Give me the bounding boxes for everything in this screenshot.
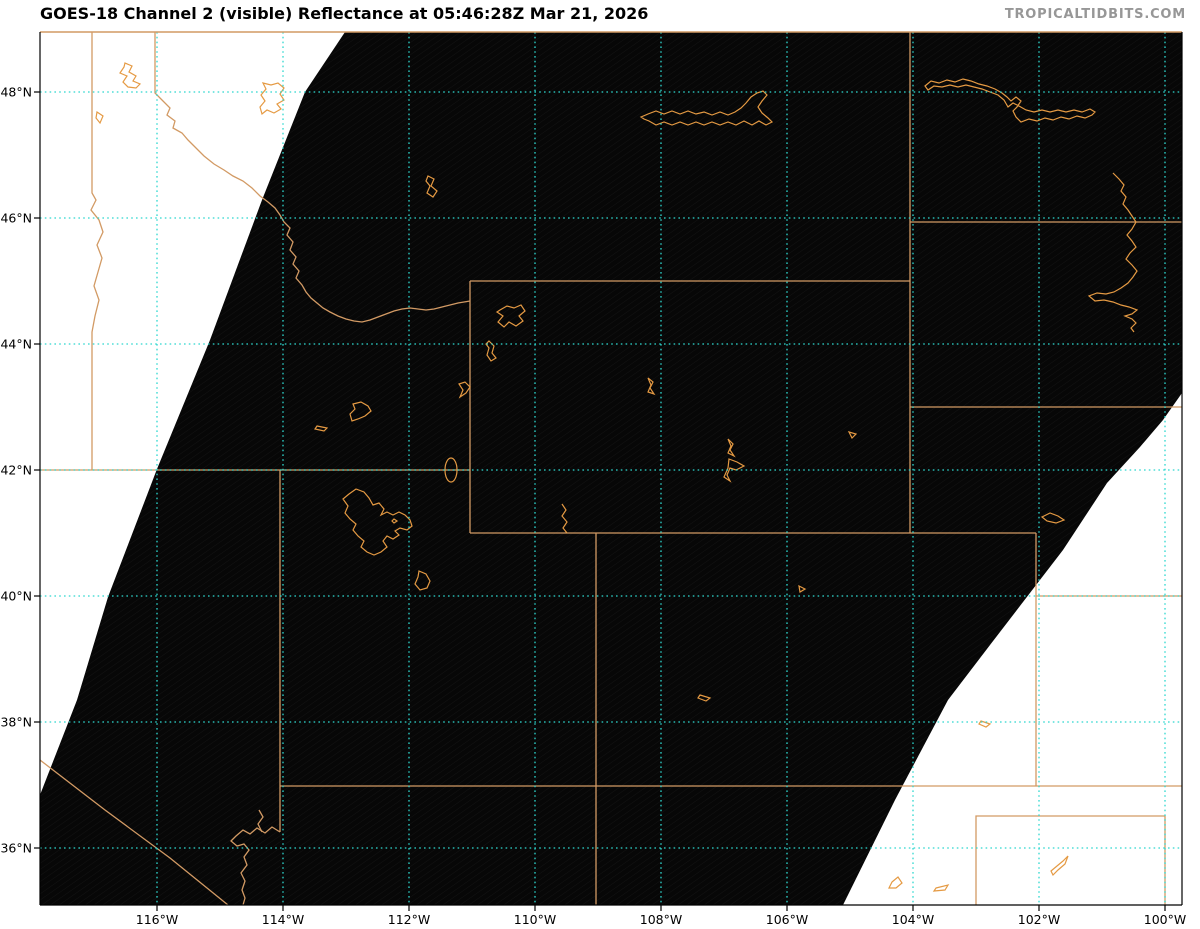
lat-tick-label-40n: 40°N xyxy=(0,588,32,604)
lat-tick-label-46n: 46°N xyxy=(0,210,32,226)
lon-tick-label-104w: 104°W xyxy=(891,912,935,927)
lat-tick-label-38n: 38°N xyxy=(0,714,32,730)
lat-tick-label-42n: 42°N xyxy=(0,462,32,478)
map-svg xyxy=(34,31,1183,911)
lat-tick-label-48n: 48°N xyxy=(0,84,32,100)
satellite-image-page: GOES-18 Channel 2 (visible) Reflectance … xyxy=(0,0,1200,929)
lon-tick-label-106w: 106°W xyxy=(765,912,809,927)
lon-tick-label-108w: 108°W xyxy=(639,912,683,927)
lat-tick-label-36n: 36°N xyxy=(0,840,32,856)
lat-tick-label-44n: 44°N xyxy=(0,336,32,352)
lon-tick-label-102w: 102°W xyxy=(1017,912,1061,927)
lon-tick-label-116w: 116°W xyxy=(135,912,179,927)
lon-tick-label-114w: 114°W xyxy=(261,912,305,927)
lon-tick-label-110w: 110°W xyxy=(513,912,557,927)
lon-tick-label-112w: 112°W xyxy=(387,912,431,927)
lon-tick-label-100w: 100°W xyxy=(1143,912,1187,927)
